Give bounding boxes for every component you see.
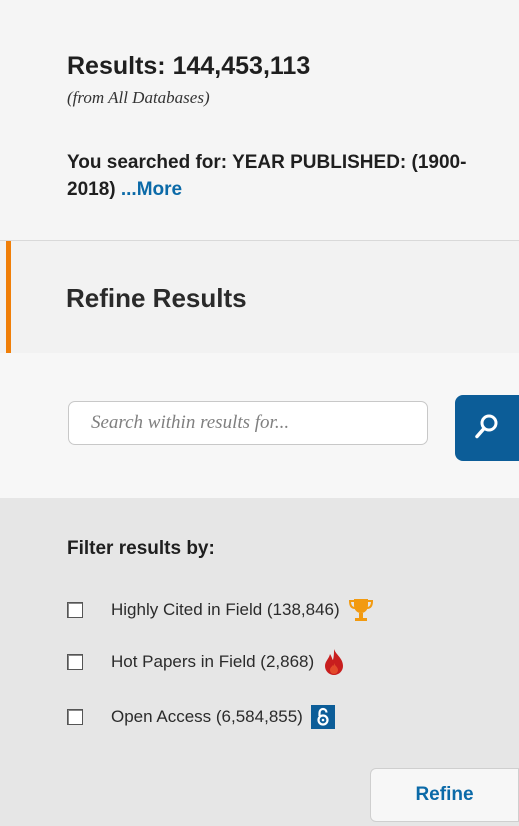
filter-title: Filter results by: — [67, 538, 215, 559]
open-access-icon — [310, 705, 335, 729]
filter-open-access: Open Access (6,584,855) — [67, 703, 335, 731]
filter-label: Open Access (6,584,855) — [111, 707, 303, 726]
accent-bar — [6, 241, 11, 353]
hot-papers-checkbox[interactable] — [67, 654, 83, 670]
filter-highly-cited: Highly Cited in Field (138,846) — [67, 596, 374, 624]
search-query-summary: You searched for: YEAR PUBLISHED: (1900-… — [67, 149, 487, 203]
results-source: (from All Databases) — [67, 88, 210, 107]
search-icon — [474, 413, 500, 444]
results-count: Results: 144,453,113 — [67, 52, 311, 80]
highly-cited-checkbox[interactable] — [67, 602, 83, 618]
refine-title: Refine Results — [66, 283, 247, 313]
trophy-icon — [348, 597, 374, 623]
search-button[interactable] — [455, 395, 519, 461]
more-link[interactable]: ...More — [121, 179, 182, 200]
search-within-input[interactable] — [68, 401, 428, 445]
refine-button[interactable]: Refine — [370, 768, 519, 822]
filter-label: Highly Cited in Field (138,846) — [111, 600, 340, 619]
results-summary: Results: 144,453,113 (from All Databases… — [0, 0, 519, 240]
refine-header: Refine Results — [0, 240, 519, 354]
filter-area: Filter results by: Highly Cited in Field… — [0, 498, 519, 826]
refine-panel: Results: 144,453,113 (from All Databases… — [0, 0, 519, 826]
open-access-checkbox[interactable] — [67, 709, 83, 725]
filter-label: Hot Papers in Field (2,868) — [111, 652, 315, 671]
filter-hot-papers: Hot Papers in Field (2,868) — [67, 648, 346, 676]
search-within-area — [0, 353, 519, 498]
flame-icon — [322, 648, 346, 676]
